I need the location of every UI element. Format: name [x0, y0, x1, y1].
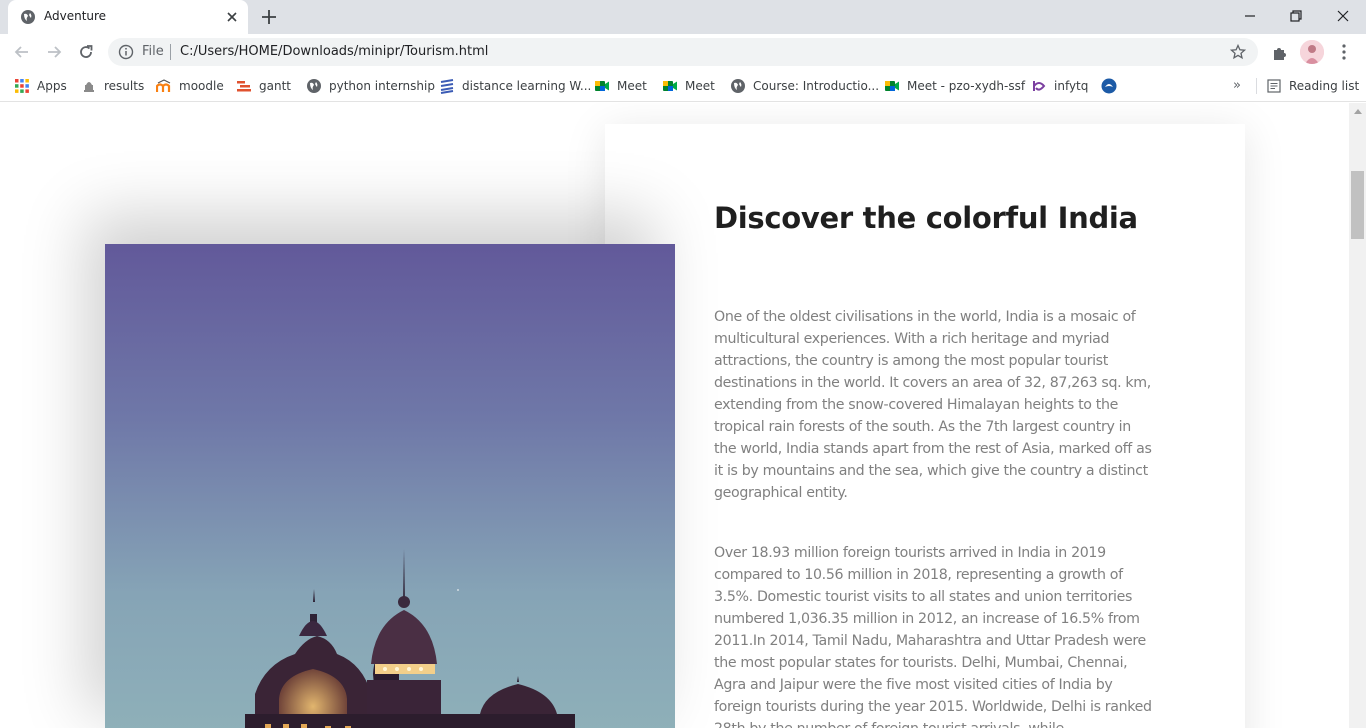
minimize-icon[interactable]	[1240, 6, 1260, 26]
bookmark-distance-learning[interactable]: distance learning W...	[439, 76, 591, 96]
emblem-icon	[84, 82, 94, 92]
meet-icon	[663, 81, 677, 91]
bookmark-label: Meet - pzo-xydh-ssf	[907, 79, 1026, 93]
reload-icon[interactable]	[76, 42, 96, 62]
bookmark-label: Meet	[617, 79, 647, 93]
meet-icon	[595, 81, 609, 91]
reading-list-label: Reading list	[1289, 79, 1360, 93]
bookmark-label: Course: Introductio...	[753, 79, 880, 93]
scrollbar-thumb[interactable]	[1351, 171, 1364, 239]
bookmark-gantt[interactable]: gantt	[236, 76, 291, 96]
bookmark-moodle[interactable]: moodle	[156, 76, 224, 96]
info-icon[interactable]	[118, 44, 134, 60]
bookmark-shield[interactable]	[1101, 76, 1117, 96]
url-text[interactable]: C:/Users/HOME/Downloads/minipr/Tourism.h…	[180, 44, 488, 59]
bookmark-label: moodle	[179, 79, 224, 93]
globe-icon	[731, 79, 745, 93]
bookmark-label: Meet	[685, 79, 715, 93]
url-separator	[170, 44, 171, 60]
reading-list-icon	[1267, 79, 1281, 93]
scroll-up-arrow-icon[interactable]	[1354, 109, 1362, 114]
page-viewport: Discover the colorful India One of the o…	[0, 103, 1349, 728]
palace-night-image	[105, 244, 675, 728]
bookmark-label: Apps	[37, 79, 67, 93]
bookmark-meet-1[interactable]: Meet	[594, 76, 647, 96]
kebab-menu-icon[interactable]	[1336, 43, 1352, 61]
bookmark-star-icon[interactable]	[1230, 44, 1246, 60]
more-bookmarks-button[interactable]: »	[1233, 78, 1241, 93]
tab-strip: Adventure	[0, 0, 1366, 34]
shield-icon	[1101, 78, 1117, 94]
globe-icon	[307, 79, 321, 93]
address-bar[interactable]: File C:/Users/HOME/Downloads/minipr/Tour…	[108, 38, 1258, 66]
bookmark-meet-2[interactable]: Meet	[662, 76, 715, 96]
bookmark-meet-3[interactable]: Meet - pzo-xydh-ssf	[884, 76, 1025, 96]
globe-icon	[21, 10, 35, 24]
intro-paragraph: One of the oldest civilisations in the w…	[714, 309, 1152, 501]
statistics-paragraph: Over 18.93 million foreign tourists arri…	[714, 545, 1152, 728]
page-title: Discover the colorful India	[714, 201, 1138, 235]
avatar[interactable]	[1300, 40, 1324, 64]
url-scheme: File	[142, 44, 164, 59]
bookmark-results[interactable]: results	[81, 76, 144, 96]
browser-tab[interactable]: Adventure	[8, 0, 248, 34]
bookmarks-bar: Apps results moodle gantt python interns…	[0, 70, 1366, 102]
close-tab-icon[interactable]	[224, 9, 240, 25]
bookmark-course[interactable]: Course: Introductio...	[730, 76, 879, 96]
bookmark-label: infytq	[1054, 79, 1089, 93]
bookmark-label: gantt	[259, 79, 291, 93]
bookmark-infytq[interactable]: infytq	[1031, 76, 1088, 96]
new-tab-icon[interactable]	[259, 7, 279, 27]
browser-toolbar: File C:/Users/HOME/Downloads/minipr/Tour…	[0, 34, 1366, 70]
forward-icon[interactable]	[44, 42, 64, 62]
profile-picture-icon	[1300, 40, 1324, 64]
meet-icon	[885, 81, 899, 91]
bookmark-apps[interactable]: Apps	[14, 76, 67, 96]
vertical-scrollbar[interactable]	[1349, 103, 1366, 728]
moodle-icon	[156, 79, 171, 92]
stack-icon	[440, 79, 454, 94]
bookmark-python-internship[interactable]: python internship	[306, 76, 435, 96]
extensions-icon[interactable]	[1271, 44, 1289, 62]
gantt-icon	[237, 81, 251, 92]
bookmarks-divider	[1256, 78, 1257, 94]
close-window-icon[interactable]	[1333, 6, 1353, 26]
back-icon[interactable]	[12, 42, 32, 62]
reading-list-button[interactable]: Reading list	[1267, 76, 1359, 96]
restore-icon[interactable]	[1286, 6, 1306, 26]
apps-grid-icon	[15, 79, 29, 93]
bookmark-label: results	[104, 79, 145, 93]
taj-hotel-photo	[105, 244, 675, 728]
bookmark-label: distance learning W...	[462, 79, 592, 93]
tab-title: Adventure	[44, 9, 107, 23]
bookmark-label: python internship	[329, 79, 435, 93]
infytq-icon	[1033, 81, 1046, 91]
